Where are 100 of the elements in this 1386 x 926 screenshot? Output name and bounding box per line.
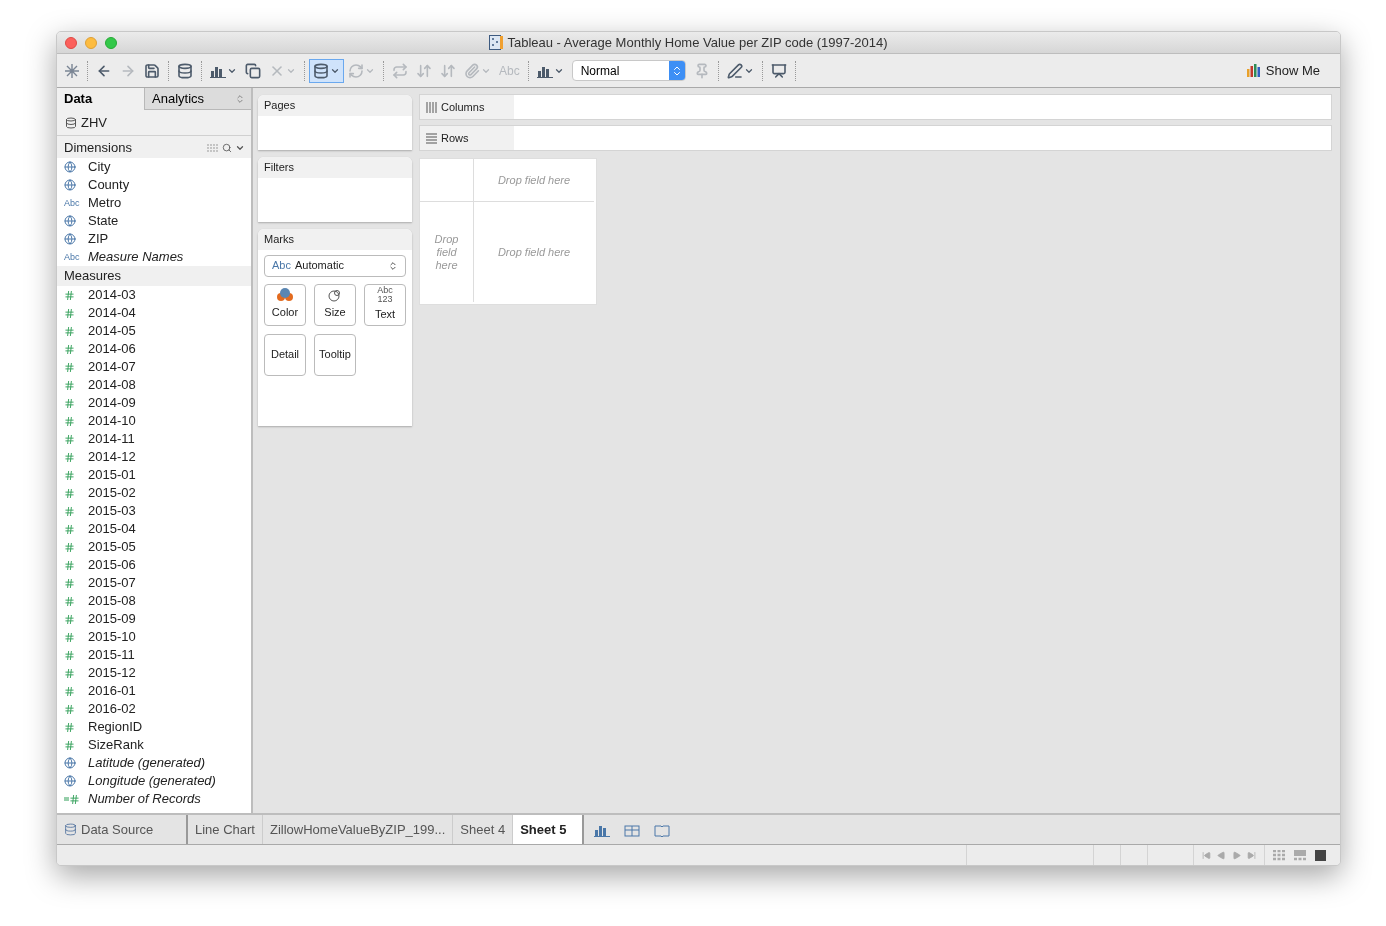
field-item[interactable]: 2015-09 xyxy=(57,610,251,628)
hash-icon xyxy=(64,397,75,409)
hash-icon xyxy=(64,415,75,427)
datasource-item[interactable]: ZHV xyxy=(57,110,251,136)
field-item[interactable]: County xyxy=(57,176,251,194)
database-icon xyxy=(313,62,329,79)
shelf[interactable]: Rows xyxy=(419,125,1332,151)
window-title: Tableau - Average Monthly Home Value per ZIP code (1997-2014) xyxy=(507,33,888,52)
field-item[interactable]: 2015-07 xyxy=(57,574,251,592)
field-item[interactable]: State xyxy=(57,212,251,230)
marks-button[interactable]: Size xyxy=(314,283,356,326)
previous-page-icon[interactable] xyxy=(1217,850,1226,860)
hash-icon xyxy=(64,433,75,445)
text-glyph-icon: Abc 123 xyxy=(377,286,393,305)
filmstrip-view-icon[interactable] xyxy=(1294,849,1306,861)
paperclip-icon xyxy=(464,62,480,79)
duplicate-icon xyxy=(245,62,261,79)
globe-icon xyxy=(64,775,76,787)
field-item[interactable]: 2015-12 xyxy=(57,664,251,682)
field-item[interactable]: 2014-03 xyxy=(57,286,251,304)
hash-icon xyxy=(64,487,75,499)
field-item[interactable]: 2015-06 xyxy=(57,556,251,574)
field-item[interactable]: 2014-09 xyxy=(57,394,251,412)
panel-tab[interactable]: Analytics xyxy=(144,88,251,110)
sheet-tab[interactable]: Sheet 5 xyxy=(513,815,585,844)
chevrons-icon xyxy=(235,93,245,104)
field-item[interactable]: 2014-04 xyxy=(57,304,251,322)
field-item[interactable]: Abc Measure Names xyxy=(57,248,251,266)
maximize-icon[interactable] xyxy=(105,36,117,49)
database-icon xyxy=(65,116,77,129)
grid-view-icon[interactable] xyxy=(1273,849,1285,861)
field-item[interactable]: Longitude (generated) xyxy=(57,772,251,790)
field-item[interactable]: 2015-10 xyxy=(57,628,251,646)
size-icon xyxy=(328,288,342,303)
shelf[interactable]: Columns xyxy=(419,94,1332,120)
field-item[interactable]: 2016-02 xyxy=(57,700,251,718)
fit-select[interactable]: Normal xyxy=(571,60,686,81)
field-item[interactable]: City xyxy=(57,158,251,176)
field-item[interactable]: Latitude (generated) xyxy=(57,754,251,772)
marks-button[interactable]: Color xyxy=(264,283,306,326)
field-item[interactable]: 2014-08 xyxy=(57,376,251,394)
first-page-icon[interactable] xyxy=(1202,850,1211,860)
field-item[interactable]: 2014-06 xyxy=(57,340,251,358)
hash-icon xyxy=(64,343,75,355)
hash-icon xyxy=(64,631,75,643)
marks-button[interactable]: Abc 123 Text xyxy=(364,283,406,326)
field-item[interactable]: Abc Metro xyxy=(57,194,251,212)
hash-icon xyxy=(64,361,75,373)
marks-button[interactable]: Detail xyxy=(264,333,306,376)
sheet-tab[interactable]: Line Chart xyxy=(188,815,263,844)
bar-chart-icon xyxy=(1246,64,1262,77)
swap-icon xyxy=(392,62,408,79)
database-icon xyxy=(64,823,77,836)
next-page-icon[interactable] xyxy=(1232,850,1241,860)
field-item[interactable]: 2015-03 xyxy=(57,502,251,520)
section-heading: Dimensions xyxy=(64,139,132,158)
mark-type-select[interactable]: Abc Automatic xyxy=(264,254,406,277)
save-icon xyxy=(144,62,160,79)
field-item[interactable]: SizeRank xyxy=(57,736,251,754)
field-item[interactable]: 2014-11 xyxy=(57,430,251,448)
new-story-icon[interactable] xyxy=(654,822,671,837)
presentation-icon xyxy=(770,62,787,79)
pen-icon xyxy=(726,62,743,79)
hash-icon xyxy=(64,325,75,337)
field-item[interactable]: 2014-05 xyxy=(57,322,251,340)
field-item[interactable]: 2014-07 xyxy=(57,358,251,376)
globe-icon xyxy=(64,179,76,191)
rows-icon xyxy=(426,132,437,144)
field-item[interactable]: ZIP xyxy=(57,230,251,248)
field-item[interactable]: 2015-01 xyxy=(57,466,251,484)
database-plus-icon xyxy=(177,62,193,79)
hash-icon xyxy=(64,289,75,301)
field-item[interactable]: 2015-02 xyxy=(57,484,251,502)
single-view-icon[interactable] xyxy=(1315,849,1326,861)
field-item[interactable]: 2015-04 xyxy=(57,520,251,538)
close-icon[interactable] xyxy=(65,36,77,49)
show-me-button[interactable]: Show Me xyxy=(1246,60,1320,81)
hash-icon xyxy=(64,541,75,553)
field-item[interactable]: 2015-05 xyxy=(57,538,251,556)
section-heading: Measures xyxy=(63,267,123,286)
caret-icon[interactable] xyxy=(235,143,245,153)
field-item[interactable]: Number of Records xyxy=(57,790,251,808)
field-item[interactable]: 2015-08 xyxy=(57,592,251,610)
field-item[interactable]: 2016-01 xyxy=(57,682,251,700)
globe-icon xyxy=(64,215,76,227)
hash-icon xyxy=(64,307,75,319)
toolbar-button[interactable] xyxy=(309,58,344,83)
minimize-icon[interactable] xyxy=(85,36,97,49)
field-item[interactable]: 2014-10 xyxy=(57,412,251,430)
field-item[interactable]: 2015-11 xyxy=(57,646,251,664)
hash-icon xyxy=(64,721,75,733)
search-icon[interactable] xyxy=(222,143,232,153)
field-item[interactable]: 2014-12 xyxy=(57,448,251,466)
new-dashboard-icon[interactable] xyxy=(624,822,641,837)
marks-button[interactable]: Tooltip xyxy=(314,333,356,376)
field-item[interactable]: RegionID xyxy=(57,718,251,736)
color-icon xyxy=(277,288,293,303)
globe-icon xyxy=(64,757,76,769)
last-page-icon[interactable] xyxy=(1247,850,1256,860)
sheet-tab[interactable]: ZillowHomeValueByZIP_199... xyxy=(263,815,454,844)
